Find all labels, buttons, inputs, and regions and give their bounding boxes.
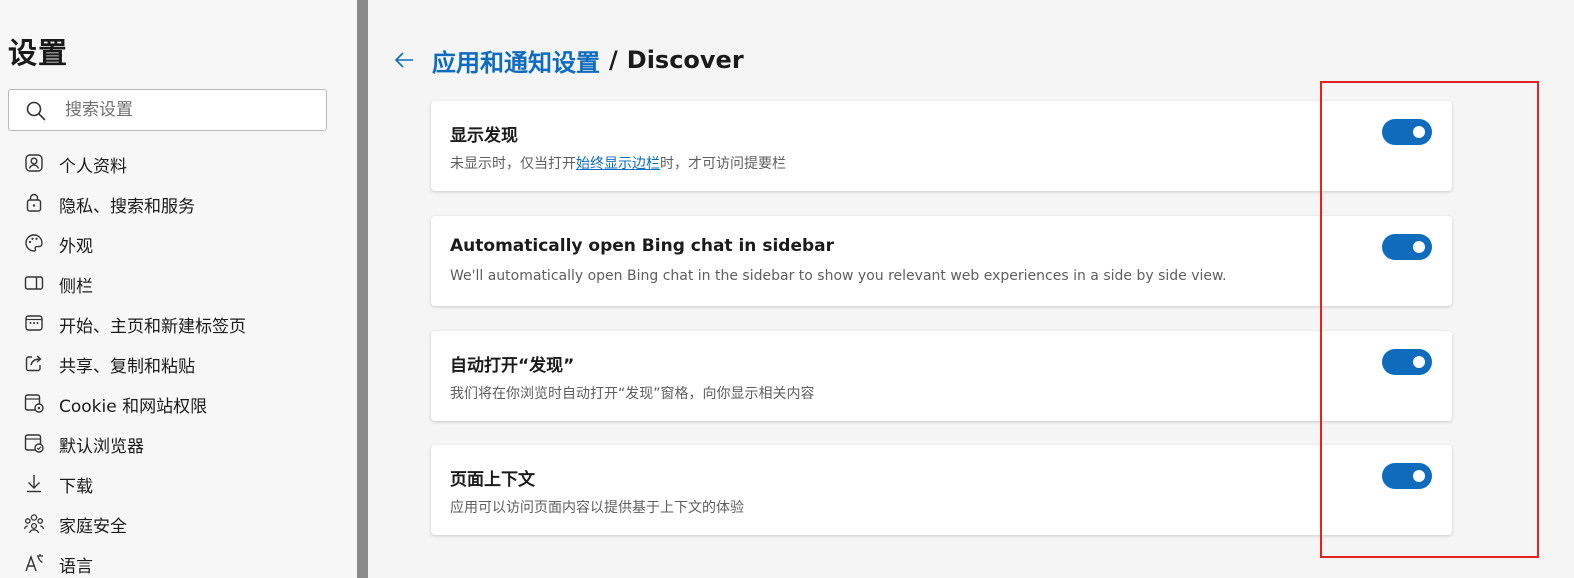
auto-open-discover-toggle[interactable] [1382,349,1432,375]
sidebar-title: 设置 [8,36,69,70]
sidebar-icon [24,276,44,290]
sidebar-nav: 个人资料 隐私、搜索和服务 外观 侧栏 开始、主页和新建标签页 共享、复制和粘贴… [0,143,357,578]
pane-divider[interactable] [357,0,368,578]
sidebar-item-start-home[interactable]: 开始、主页和新建标签页 [0,303,357,343]
sidebar-item-profile[interactable]: 个人资料 [0,143,357,183]
page-context-toggle[interactable] [1382,463,1432,489]
sidebar-item-label: 共享、复制和粘贴 [59,357,195,377]
toggle-knob [1413,470,1425,482]
sidebar-item-privacy[interactable]: 隐私、搜索和服务 [0,183,357,223]
sidebar: 设置 个人资料 [0,0,357,578]
setting-title: 自动打开“发现” [450,356,575,376]
settings-window: 设置 个人资料 [0,0,1574,578]
setting-description-text: 未显示时，仅当打开 [450,156,576,172]
sidebar-item-label: 外观 [59,237,93,257]
toggle-knob [1413,126,1425,138]
sidebar-item-sidebar[interactable]: 侧栏 [0,263,357,303]
toggle-knob [1413,241,1425,253]
sidebar-item-label: 家庭安全 [59,517,127,537]
breadcrumb-separator: / [609,46,618,74]
share-icon [25,355,42,372]
show-discover-toggle[interactable] [1382,119,1432,145]
download-icon [27,475,41,493]
always-show-sidebar-link[interactable]: 始终显示边栏 [576,156,660,172]
sidebar-item-share[interactable]: 共享、复制和粘贴 [0,343,357,383]
search-icon [26,101,46,121]
main-content: 应用和通知设置 / Discover 显示发现 未显示时，仅当打开始终显示边栏时… [368,0,1574,578]
family-icon [23,514,45,534]
sidebar-item-label: 隐私、搜索和服务 [59,197,195,217]
sidebar-item-cookies[interactable]: Cookie 和网站权限 [0,383,357,423]
setting-description: 应用可以访问页面内容以提供基于上下文的体验 [450,500,744,516]
sidebar-item-family[interactable]: 家庭安全 [0,503,357,543]
sidebar-item-label: 个人资料 [59,157,127,177]
search-input[interactable] [63,96,313,124]
search-box[interactable] [8,89,327,131]
sidebar-item-default-browser[interactable]: 默认浏览器 [0,423,357,463]
breadcrumb: 应用和通知设置 / Discover [392,42,744,78]
sidebar-item-downloads[interactable]: 下载 [0,463,357,503]
setting-description: 未显示时，仅当打开始终显示边栏时，才可访问提要栏 [450,153,786,173]
palette-icon [25,234,43,252]
lock-icon [26,193,42,212]
setting-title: 显示发现 [450,126,518,146]
breadcrumb-parent-link[interactable]: 应用和通知设置 [432,43,600,78]
setting-card-show-discover: 显示发现 未显示时，仅当打开始终显示边栏时，才可访问提要栏 [431,101,1452,191]
cookie-icon [24,394,44,413]
setting-description-text: 时，才可访问提要栏 [660,156,786,172]
sidebar-item-label: 默认浏览器 [59,437,144,457]
setting-description: 我们将在你浏览时自动打开“发现”窗格，向你显示相关内容 [450,386,815,402]
page-title: Discover [626,46,744,74]
sidebar-item-label: 下载 [59,477,93,497]
setting-card-bing-chat: Automatically open Bing chat in sidebar … [431,216,1452,306]
sidebar-item-languages[interactable]: 语言 [0,543,357,578]
toggle-knob [1413,356,1425,368]
sidebar-item-appearance[interactable]: 外观 [0,223,357,263]
setting-title: 页面上下文 [450,470,535,490]
language-icon [25,554,43,572]
back-arrow-icon[interactable] [392,48,416,72]
setting-description: We'll automatically open Bing chat in th… [450,268,1227,284]
setting-card-auto-open-discover: 自动打开“发现” 我们将在你浏览时自动打开“发现”窗格，向你显示相关内容 [431,331,1452,421]
setting-card-page-context: 页面上下文 应用可以访问页面内容以提供基于上下文的体验 [431,445,1452,535]
sidebar-item-label: 开始、主页和新建标签页 [59,317,246,337]
sidebar-item-label: 侧栏 [59,277,93,297]
browser-icon [24,434,44,453]
setting-title: Automatically open Bing chat in sidebar [450,236,834,256]
profile-icon [25,154,43,172]
home-tab-icon [25,315,43,331]
sidebar-item-label: Cookie 和网站权限 [59,397,208,417]
bing-chat-toggle[interactable] [1382,234,1432,260]
sidebar-item-label: 语言 [59,557,93,577]
